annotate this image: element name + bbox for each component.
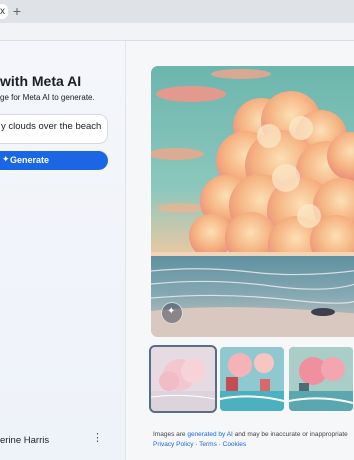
page-subtitle: ge for Meta AI to generate. (0, 93, 95, 102)
page-title: with Meta AI (0, 73, 82, 89)
new-tab-icon[interactable]: + (9, 3, 25, 19)
generated-image[interactable]: ✦ (151, 66, 354, 337)
sidebar: with Meta AI ge for Meta AI to generate.… (0, 41, 126, 460)
disclaimer: Images are generated by AI and may be in… (153, 430, 348, 450)
browser-address-bar[interactable] (0, 23, 354, 41)
cookies-link[interactable]: Cookies (223, 441, 246, 448)
main-panel: ✦ Images are generated by AI and may be … (126, 41, 354, 460)
generate-label: Generate (10, 155, 50, 165)
generate-button[interactable]: ✦ Generate (0, 151, 108, 170)
browser-tab-bar: x + (0, 0, 354, 23)
meta-ai-watermark-icon: ✦ (161, 302, 183, 324)
thumbnail-1[interactable] (149, 345, 217, 413)
privacy-policy-link[interactable]: Privacy Policy (153, 441, 193, 448)
more-options-icon[interactable]: ⋮ (92, 431, 103, 444)
terms-link[interactable]: Terms (199, 441, 217, 448)
disclaimer-text-end: and may be inaccurate or inappropriate (232, 431, 348, 438)
user-name: erine Harris (0, 435, 50, 446)
prompt-input[interactable]: y clouds over the beach (0, 114, 108, 144)
disclaimer-text: Images are (153, 431, 188, 438)
prompt-text: y clouds over the beach (1, 121, 102, 132)
generated-by-ai-link[interactable]: generated by AI (187, 431, 233, 438)
thumbnail-3[interactable] (289, 347, 353, 411)
sparkle-icon: ✦ (2, 154, 10, 164)
tab-close-icon[interactable]: x (0, 4, 8, 19)
thumbnail-2[interactable] (220, 347, 284, 411)
